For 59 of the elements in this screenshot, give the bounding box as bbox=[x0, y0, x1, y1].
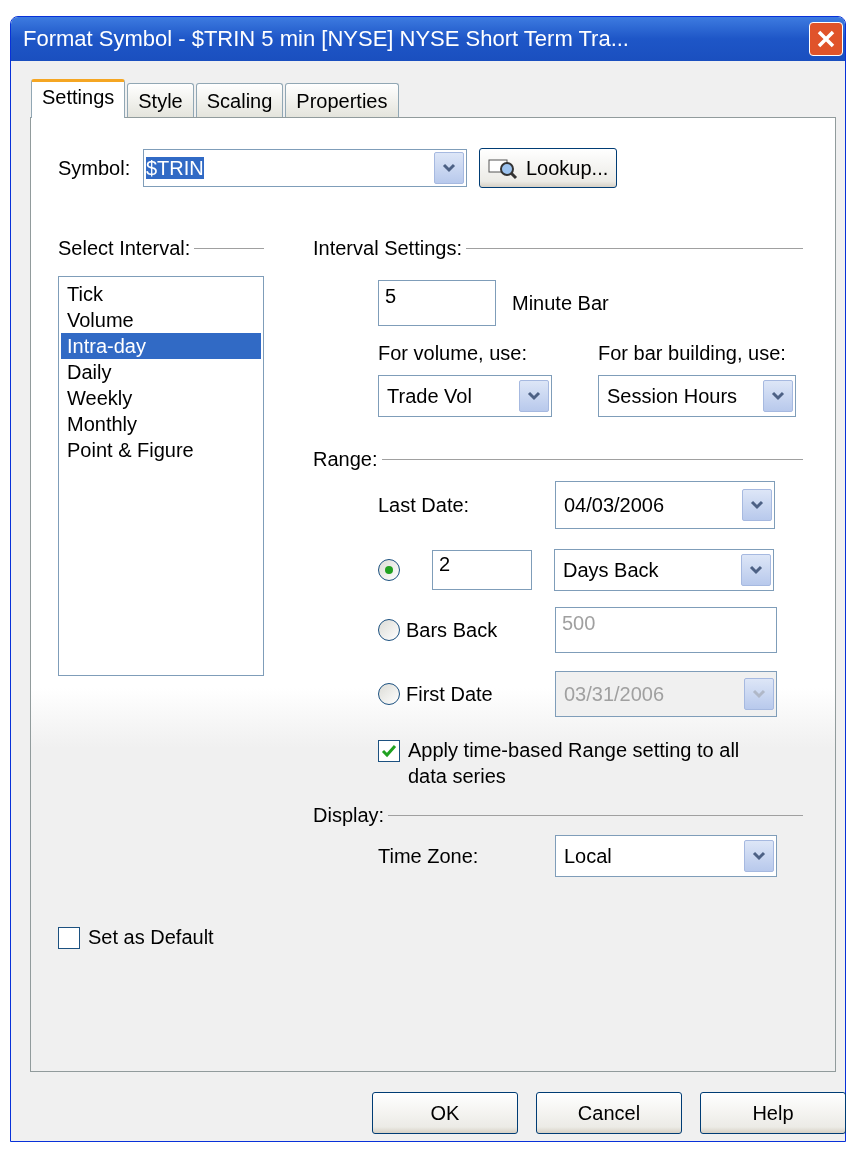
interval-field[interactable]: 5 bbox=[378, 280, 496, 326]
section-label: Range: bbox=[313, 447, 378, 471]
dropdown-button[interactable] bbox=[742, 489, 772, 521]
radio-button[interactable] bbox=[378, 559, 400, 581]
section-label: Select Interval: bbox=[58, 236, 191, 260]
time-zone-combo[interactable]: Local bbox=[555, 835, 777, 877]
close-icon bbox=[816, 29, 836, 49]
chevron-down-icon bbox=[527, 391, 541, 401]
field-label: Time Zone: bbox=[378, 844, 480, 868]
close-button[interactable] bbox=[809, 22, 843, 56]
unit-label: Minute Bar bbox=[512, 291, 609, 315]
window-title: Format Symbol - $TRIN 5 min [NYSE] NYSE Short Term Tra... bbox=[23, 26, 630, 52]
tab[interactable]: Style bbox=[127, 83, 194, 117]
dropdown-button[interactable] bbox=[763, 380, 793, 412]
field-label: For volume, use: bbox=[378, 342, 528, 365]
dropdown-button[interactable] bbox=[519, 380, 549, 412]
chevron-down-icon bbox=[752, 851, 766, 861]
section-label: Interval Settings: bbox=[313, 236, 462, 260]
section-label: Display: bbox=[313, 803, 385, 827]
dropdown-button[interactable] bbox=[744, 840, 774, 872]
list-item[interactable]: Monthly bbox=[61, 411, 261, 437]
chevron-down-icon bbox=[749, 565, 763, 575]
tab[interactable]: Properties bbox=[285, 83, 399, 117]
number-field[interactable]: 2 bbox=[432, 550, 532, 590]
lookup-button[interactable]: Lookup... bbox=[479, 148, 618, 188]
chevron-down-icon bbox=[442, 163, 456, 173]
chevron-down-icon bbox=[750, 500, 764, 510]
list-item[interactable]: Point & Figure bbox=[61, 437, 261, 463]
chevron-down-icon bbox=[771, 391, 785, 401]
field-label: For bar building, use: bbox=[598, 342, 787, 365]
checkbox-label: Set as Default bbox=[88, 926, 214, 949]
radio-label: First Date bbox=[406, 682, 494, 706]
checkmark-icon bbox=[381, 744, 397, 758]
field-label: Last Date: bbox=[378, 493, 471, 517]
dialog-button[interactable]: Help bbox=[700, 1092, 846, 1134]
list-item[interactable]: Intra-day bbox=[61, 333, 261, 359]
chevron-down-icon bbox=[752, 689, 766, 699]
list-item[interactable]: Daily bbox=[61, 359, 261, 385]
list-item[interactable]: Weekly bbox=[61, 385, 261, 411]
dropdown-button[interactable] bbox=[741, 554, 771, 586]
magnifier-icon bbox=[488, 156, 518, 180]
tab[interactable]: Scaling bbox=[195, 83, 284, 117]
list-item[interactable]: Tick bbox=[61, 281, 261, 307]
symbol-label: Symbol: bbox=[58, 156, 131, 180]
date-combo[interactable]: 04/03/2006 bbox=[555, 481, 775, 529]
list-item[interactable]: Volume bbox=[61, 307, 261, 333]
bar-building-combo[interactable]: Session Hours bbox=[598, 375, 796, 417]
dialog-button[interactable]: OK bbox=[372, 1092, 518, 1134]
volume-combo[interactable]: Trade Vol bbox=[378, 375, 552, 417]
dropdown-button[interactable] bbox=[434, 152, 464, 184]
checkbox-label: Apply time-based Range setting to all data series bbox=[408, 738, 741, 789]
symbol-value: $TRIN bbox=[146, 156, 204, 179]
checkbox[interactable] bbox=[58, 926, 80, 949]
symbol-combo[interactable]: $TRIN bbox=[143, 149, 467, 187]
unit-combo[interactable]: Days Back bbox=[554, 549, 774, 591]
dialog-button[interactable]: Cancel bbox=[536, 1092, 682, 1134]
radio-label: Bars Back bbox=[406, 618, 499, 642]
tab[interactable]: Settings bbox=[31, 79, 126, 118]
checkbox[interactable] bbox=[378, 740, 400, 762]
